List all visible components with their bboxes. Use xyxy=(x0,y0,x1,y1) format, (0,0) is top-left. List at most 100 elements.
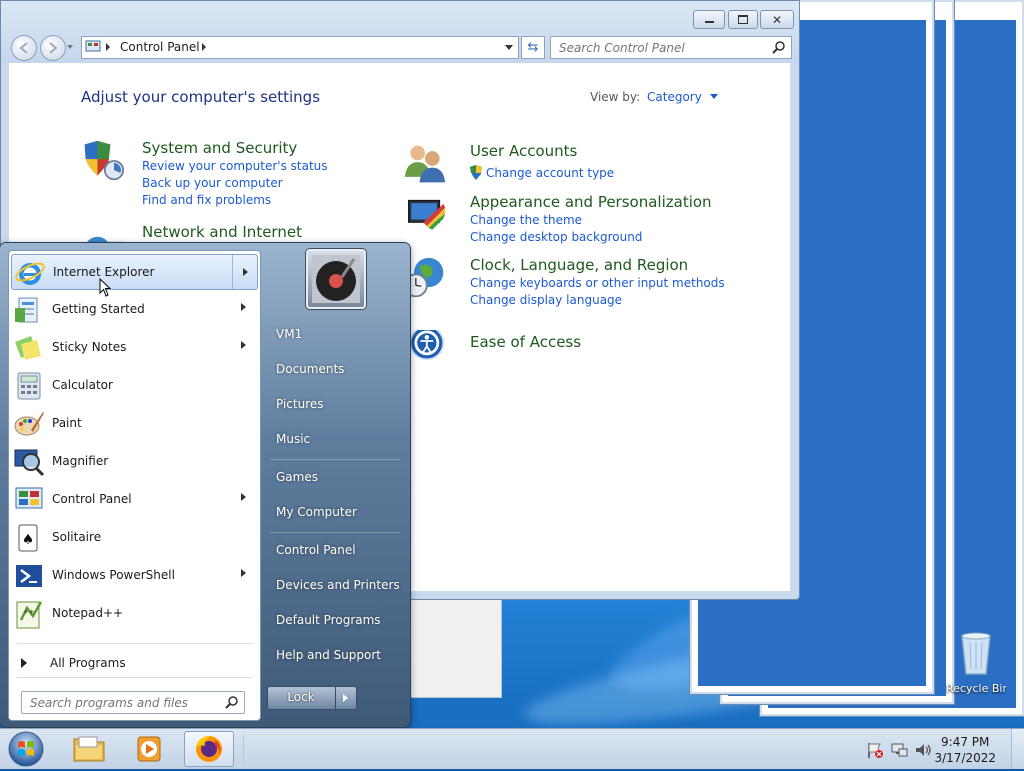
program-label: Paint xyxy=(52,416,82,430)
program-control-panel[interactable]: Control Panel xyxy=(11,482,258,518)
program-paint[interactable]: Paint xyxy=(11,406,258,442)
link-change-account-type[interactable]: Change account type xyxy=(486,166,614,180)
program-magnifier[interactable]: Magnifier xyxy=(11,444,258,480)
refresh-button[interactable]: ⇆ xyxy=(521,36,545,59)
background-window-bottom xyxy=(410,596,502,698)
start-button[interactable] xyxy=(6,730,46,768)
powershell-icon xyxy=(16,565,42,587)
show-desktop-button[interactable] xyxy=(1011,729,1024,769)
link-back-up[interactable]: Back up your computer xyxy=(142,176,283,190)
internet-explorer-icon xyxy=(15,262,45,285)
program-solitaire[interactable]: ♠ Solitaire xyxy=(11,520,258,556)
taskbar: 9:47 PM 3/17/2022 xyxy=(0,728,1024,769)
link-change-theme[interactable]: Change the theme xyxy=(470,213,582,227)
lock-options-button[interactable] xyxy=(335,687,356,709)
firefox-icon xyxy=(196,736,222,762)
tray-divider xyxy=(243,735,244,763)
link-find-fix[interactable]: Find and fix problems xyxy=(142,193,271,207)
forward-button[interactable] xyxy=(40,35,66,61)
all-programs-arrow-icon xyxy=(21,658,27,668)
page-title: Adjust your computer's settings xyxy=(81,88,321,106)
submenu-arrow-icon xyxy=(241,493,246,501)
link-change-background[interactable]: Change desktop background xyxy=(470,230,642,244)
start-link-documents[interactable]: Documents xyxy=(276,362,344,376)
breadcrumb-control-panel[interactable]: Control Panel xyxy=(120,40,200,54)
network-tray-icon[interactable] xyxy=(890,741,908,759)
clock-time: 9:47 PM xyxy=(941,735,990,749)
lock-label: Lock xyxy=(287,690,315,704)
action-center-flag-icon[interactable] xyxy=(866,741,884,759)
taskbar-firefox[interactable] xyxy=(184,731,234,767)
lock-button[interactable]: Lock xyxy=(267,686,357,710)
taskbar-media-player[interactable] xyxy=(124,731,174,767)
recycle-bin-label: Recycle Bin xyxy=(946,682,1006,695)
category-title-network-internet[interactable]: Network and Internet xyxy=(142,223,302,241)
dropdown-arrow-icon xyxy=(709,94,718,99)
recycle-bin-icon xyxy=(961,632,991,675)
paint-icon xyxy=(14,412,44,436)
start-link-music[interactable]: Music xyxy=(276,432,310,446)
start-search-input[interactable] xyxy=(28,692,222,713)
program-sticky-notes[interactable]: Sticky Notes xyxy=(11,330,258,366)
start-link-help-support[interactable]: Help and Support xyxy=(276,648,381,662)
start-link-pictures[interactable]: Pictures xyxy=(276,397,324,411)
category-title-appearance[interactable]: Appearance and Personalization xyxy=(470,193,712,211)
maximize-icon xyxy=(738,15,748,24)
start-search-box[interactable] xyxy=(21,691,245,714)
submenu-arrow-icon xyxy=(243,268,248,276)
program-internet-explorer[interactable]: Internet Explorer xyxy=(11,254,258,290)
search-icon[interactable] xyxy=(772,40,786,54)
category-title-clock-language[interactable]: Clock, Language, and Region xyxy=(470,256,688,274)
start-link-devices-printers[interactable]: Devices and Printers xyxy=(276,578,400,592)
start-link-games[interactable]: Games xyxy=(276,470,318,484)
view-by-dropdown[interactable]: Category xyxy=(647,90,718,104)
link-change-display-language[interactable]: Change display language xyxy=(470,293,622,307)
search-icon[interactable] xyxy=(225,695,239,709)
start-link-vm1[interactable]: VM1 xyxy=(276,327,302,341)
turntable-avatar-icon xyxy=(312,255,360,303)
category-title-ease-of-access[interactable]: Ease of Access xyxy=(470,333,581,351)
system-clock[interactable]: 9:47 PM 3/17/2022 xyxy=(934,734,996,766)
user-account-picture[interactable] xyxy=(306,249,366,309)
recent-pages-icon[interactable] xyxy=(67,45,73,49)
minimize-icon xyxy=(704,21,714,23)
recycle-bin-desktop-icon[interactable]: Recycle Bin xyxy=(946,628,1006,698)
uac-shield-icon xyxy=(470,165,482,180)
address-bar[interactable]: Control Panel xyxy=(81,36,519,59)
start-link-my-computer[interactable]: My Computer xyxy=(276,505,357,519)
maximize-button[interactable] xyxy=(728,10,758,29)
program-label: Getting Started xyxy=(52,302,145,316)
search-box[interactable] xyxy=(550,36,792,59)
category-title-system-security[interactable]: System and Security xyxy=(142,139,297,157)
program-calculator[interactable]: Calculator xyxy=(11,368,258,404)
magnifier-icon xyxy=(14,449,45,477)
solitaire-icon: ♠ xyxy=(18,524,38,552)
program-label: Solitaire xyxy=(52,530,102,544)
volume-tray-icon[interactable] xyxy=(914,741,932,759)
right-pane-separator xyxy=(270,532,400,533)
address-dropdown-icon[interactable] xyxy=(505,45,513,50)
back-button[interactable] xyxy=(11,35,37,61)
link-review-status[interactable]: Review your computer's status xyxy=(142,159,328,173)
minimize-button[interactable] xyxy=(693,10,725,29)
program-notepad-plus-plus[interactable]: ++ Notepad++ xyxy=(11,596,258,632)
control-panel-icon xyxy=(15,487,43,509)
mouse-cursor-icon xyxy=(99,278,112,297)
program-label: Windows PowerShell xyxy=(52,568,175,582)
start-link-default-programs[interactable]: Default Programs xyxy=(276,613,381,627)
back-arrow-icon xyxy=(19,42,28,54)
program-getting-started[interactable]: Getting Started xyxy=(11,292,258,328)
category-title-user-accounts[interactable]: User Accounts xyxy=(470,142,577,160)
close-button[interactable]: ✕ xyxy=(760,10,794,29)
breadcrumb-arrow-icon xyxy=(202,43,206,51)
program-windows-powershell[interactable]: Windows PowerShell xyxy=(11,558,258,594)
submenu-arrow-icon xyxy=(241,303,246,311)
taskbar-explorer[interactable] xyxy=(64,731,114,767)
program-label: Calculator xyxy=(52,378,113,392)
start-link-control-panel[interactable]: Control Panel xyxy=(276,543,356,557)
options-arrow-icon xyxy=(343,694,348,702)
calculator-icon xyxy=(17,372,41,400)
program-label: Sticky Notes xyxy=(52,340,127,354)
link-change-keyboards[interactable]: Change keyboards or other input methods xyxy=(470,276,725,290)
search-input[interactable] xyxy=(557,37,771,58)
